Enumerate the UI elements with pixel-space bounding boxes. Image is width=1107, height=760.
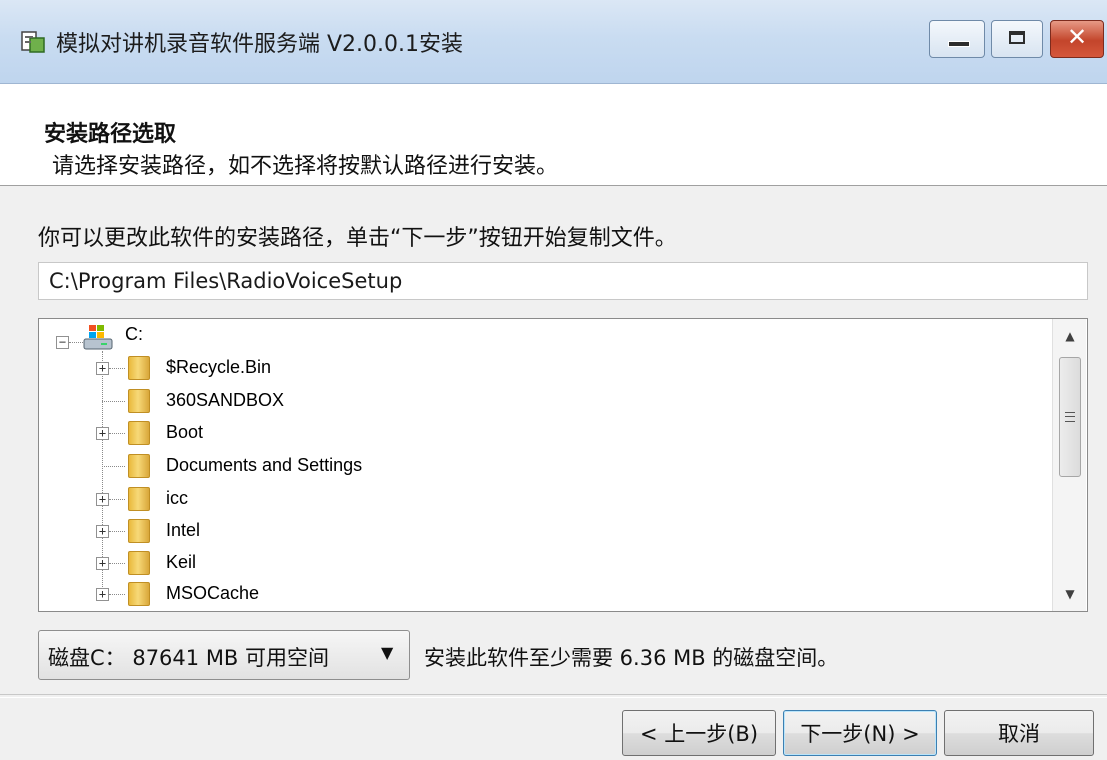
tree-connector [109, 563, 125, 564]
folder-icon [128, 519, 150, 543]
maximize-icon [1009, 31, 1025, 44]
install-path-input[interactable] [38, 262, 1088, 300]
tree-root-label[interactable]: C: [125, 324, 143, 352]
maximize-button[interactable] [991, 20, 1043, 58]
tree-connector [102, 401, 125, 402]
instruction-text: 你可以更改此软件的安装路径，单击“下一步”按钮开始复制文件。 [38, 226, 677, 251]
tree-item[interactable]: Boot [166, 422, 203, 450]
tree-connector [102, 466, 125, 467]
cancel-button[interactable]: 取消 [944, 710, 1094, 756]
grip-icon [1065, 412, 1075, 422]
minimize-button[interactable] [929, 20, 985, 58]
page-title: 安装路径选取 [44, 122, 177, 147]
tree-connector [109, 368, 125, 369]
tree-connector [109, 433, 125, 434]
dropdown-arrow-icon: ▼ [381, 643, 394, 662]
close-button[interactable]: ✕ [1050, 20, 1104, 58]
folder-icon [128, 582, 150, 606]
back-button[interactable]: < 上一步(B) [622, 710, 776, 756]
expand-toggle-icon[interactable]: + [96, 493, 109, 506]
expand-toggle-icon[interactable]: + [96, 427, 109, 440]
scroll-down-arrow-icon[interactable]: ▼ [1053, 579, 1087, 609]
drive-select-value: 磁盘C： 87641 MB 可用空间 [48, 646, 330, 670]
footer-divider [0, 694, 1107, 698]
tree-item[interactable]: $Recycle.Bin [166, 357, 271, 385]
drive-icon [83, 325, 113, 350]
tree-scrollbar[interactable]: ▲ ▼ [1052, 319, 1086, 611]
title-bar[interactable]: 模拟对讲机录音软件服务端 V2.0.0.1安装 ✕ [0, 0, 1107, 84]
page-subtitle: 请选择安装路径，如不选择将按默认路径进行安装。 [52, 154, 559, 179]
tree-connector [109, 594, 125, 595]
expand-toggle-icon[interactable]: + [96, 588, 109, 601]
close-icon: ✕ [1066, 23, 1088, 51]
scroll-up-arrow-icon[interactable]: ▲ [1053, 321, 1087, 351]
tree-item[interactable]: Keil [166, 552, 196, 580]
drive-select[interactable]: 磁盘C： 87641 MB 可用空间 ▼ [38, 630, 410, 680]
tree-item[interactable]: Intel [166, 520, 200, 548]
expand-toggle-icon[interactable]: + [96, 362, 109, 375]
folder-icon [128, 487, 150, 511]
expand-toggle-icon[interactable]: + [96, 557, 109, 570]
folder-icon [128, 454, 150, 478]
minimize-icon [948, 41, 970, 47]
tree-connector [109, 499, 125, 500]
tree-item[interactable]: Documents and Settings [166, 455, 362, 483]
folder-tree[interactable]: − C: + $Recycle.Bin 360SANDBOX + Boot Do… [38, 318, 1088, 612]
tree-item[interactable]: icc [166, 488, 188, 516]
window-title: 模拟对讲机录音软件服务端 V2.0.0.1安装 [56, 32, 464, 57]
folder-icon [128, 356, 150, 380]
tree-connector [69, 342, 83, 343]
folder-icon [128, 421, 150, 445]
installer-app-icon [21, 31, 45, 53]
next-button[interactable]: 下一步(N) > [783, 710, 937, 756]
folder-icon [128, 551, 150, 575]
tree-item[interactable]: MSOCache [166, 583, 259, 611]
folder-icon [128, 389, 150, 413]
tree-connector [109, 531, 125, 532]
space-required-text: 安装此软件至少需要 6.36 MB 的磁盘空间。 [424, 646, 839, 670]
scroll-thumb[interactable] [1059, 357, 1081, 477]
expand-toggle-icon[interactable]: + [96, 525, 109, 538]
collapse-toggle-icon[interactable]: − [56, 336, 69, 349]
tree-item[interactable]: 360SANDBOX [166, 390, 284, 418]
